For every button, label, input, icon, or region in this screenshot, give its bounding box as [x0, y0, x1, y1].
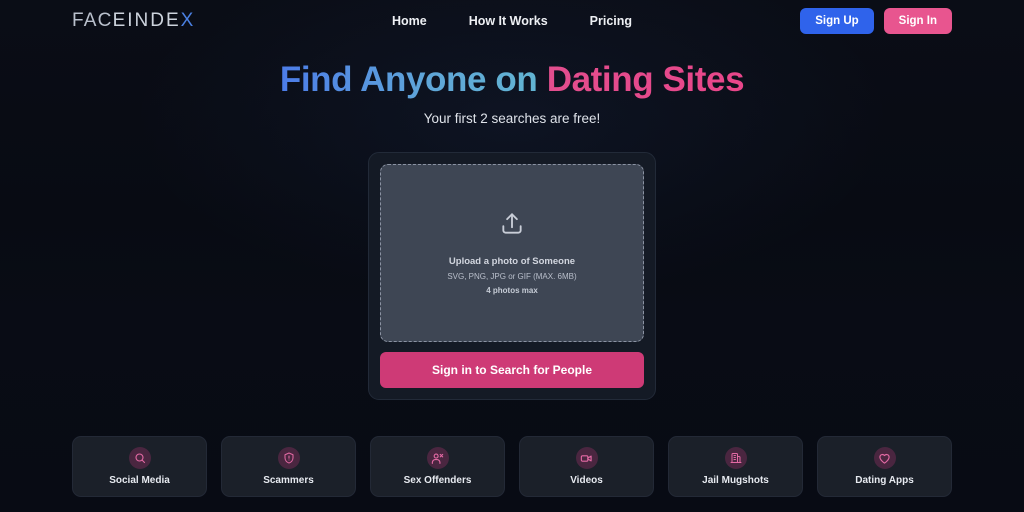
upload-limit: 4 photos max	[486, 286, 538, 296]
user-x-icon	[426, 447, 449, 470]
upload-dropzone[interactable]: Upload a photo of Someone SVG, PNG, JPG …	[380, 164, 644, 343]
nav-link-how-it-works[interactable]: How It Works	[469, 14, 548, 28]
logo-text-part1: FAC	[72, 10, 113, 31]
category-label: Sex Offenders	[403, 475, 472, 487]
auth-actions: Sign Up Sign In	[800, 8, 952, 34]
category-label: Videos	[570, 475, 603, 487]
category-label: Jail Mugshots	[702, 475, 769, 487]
site-header: FAC EINDE X Home How It Works Pricing Sign…	[0, 0, 1024, 42]
category-card-jail-mugshots[interactable]: Jail Mugshots	[668, 436, 803, 498]
nav-link-pricing[interactable]: Pricing	[590, 14, 632, 28]
page-title: Find Anyone on Dating Sites	[0, 60, 1024, 99]
category-card-social-media[interactable]: Social Media	[72, 436, 207, 498]
logo-text-accent: X	[180, 10, 195, 31]
logo-text-part2: EINDE	[112, 10, 181, 31]
nav-link-home[interactable]: Home	[392, 14, 427, 28]
building-icon	[724, 447, 747, 470]
category-label: Dating Apps	[855, 475, 914, 487]
category-card-dating-apps[interactable]: Dating Apps	[817, 436, 952, 498]
category-card-sex-offenders[interactable]: Sex Offenders	[370, 436, 505, 498]
upload-title: Upload a photo of Someone	[448, 256, 576, 268]
category-label: Scammers	[263, 475, 314, 487]
shield-alert-icon	[277, 447, 300, 470]
main-navigation: Home How It Works Pricing	[392, 14, 632, 28]
search-cta-button[interactable]: Sign in to Search for People	[380, 352, 644, 389]
category-card-scammers[interactable]: Scammers	[221, 436, 356, 498]
category-cards: Social Media Scammers Sex Offenders Vide…	[0, 436, 1024, 498]
page-title-accent: Dating Sites	[546, 60, 745, 99]
search-icon	[128, 447, 151, 470]
sign-in-button[interactable]: Sign In	[883, 8, 952, 34]
brand-logo[interactable]: FAC EINDE X	[72, 10, 194, 32]
upload-icon	[499, 211, 525, 242]
category-label: Social Media	[109, 475, 170, 487]
hero-subtitle: Your first 2 searches are free!	[423, 111, 601, 127]
page-title-primary: Find Anyone on	[279, 60, 547, 99]
upload-formats: SVG, PNG, JPG or GIF (MAX. 6MB)	[447, 272, 577, 282]
sign-up-button[interactable]: Sign Up	[800, 8, 874, 34]
video-camera-icon	[575, 447, 598, 470]
category-card-videos[interactable]: Videos	[519, 436, 654, 498]
heart-icon	[873, 447, 896, 470]
upload-panel: Upload a photo of Someone SVG, PNG, JPG …	[368, 152, 656, 401]
hero-section: Find Anyone on Dating Sites Your first 2…	[0, 60, 1024, 126]
